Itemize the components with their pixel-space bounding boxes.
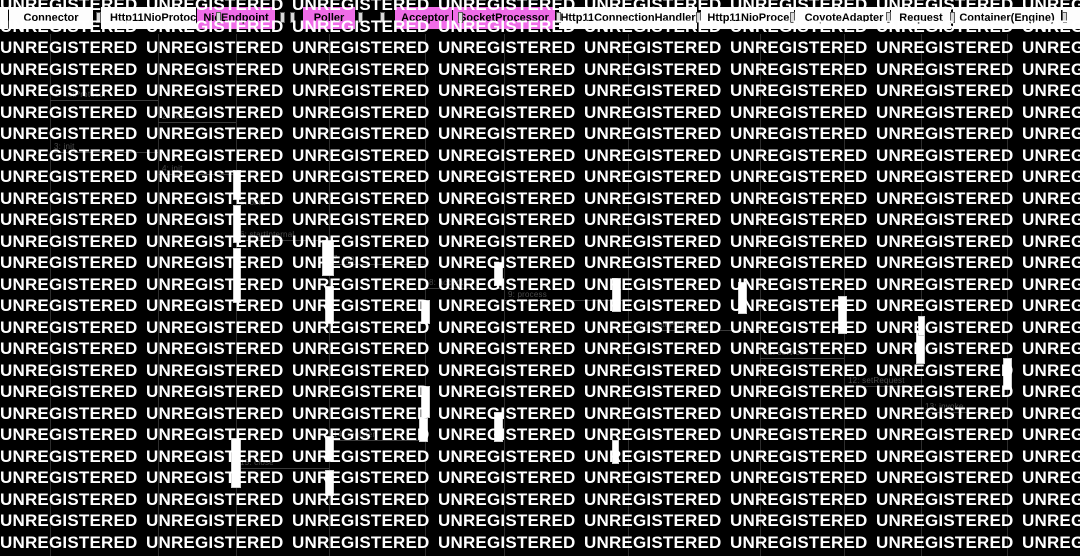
participant-resize-handle-11[interactable] (950, 12, 955, 23)
activation-bar-6[interactable] (494, 262, 503, 286)
participant-label: NioEndpoint (203, 12, 269, 24)
sequence-diagram-canvas[interactable]: 1: setProtocol 2: setPort 3: init 4: init 5:… (0, 0, 1080, 556)
participant-label: Request (899, 12, 943, 24)
activation-bar-15[interactable] (231, 438, 241, 488)
message-label-13: 14: register (333, 430, 376, 439)
lifeline-6[interactable] (628, 34, 629, 556)
participant-label: CoyoteAdapter (804, 12, 884, 24)
participant-label: Connector (23, 12, 79, 24)
message-arrow-11[interactable] (844, 386, 921, 387)
activation-bar-4[interactable] (325, 286, 334, 324)
participant-box-coyoteadapter[interactable]: CoyoteAdapter (794, 6, 894, 30)
message-label-1: 2: setPort (162, 112, 199, 121)
activation-bar-1[interactable] (233, 205, 241, 243)
participant-box-connector[interactable]: Connector (8, 6, 94, 30)
lifeline-9[interactable] (921, 34, 922, 556)
participant-box-container-engine[interactable]: Container(Engine) (952, 6, 1062, 30)
lifeline-1[interactable] (158, 34, 159, 556)
activation-bar-11[interactable] (1003, 358, 1012, 390)
message-label-7: 8: accept (429, 278, 464, 287)
participant-resize-handle-10[interactable] (886, 12, 891, 23)
activation-bar-16[interactable] (419, 418, 428, 442)
participant-resize-handle-9[interactable] (790, 12, 795, 23)
lifeline-7[interactable] (760, 34, 761, 556)
message-label-9: 10: createProcessor (632, 320, 708, 329)
message-label-6: 7: run (333, 254, 355, 263)
message-arrow-5[interactable] (236, 240, 329, 241)
activation-bar-14[interactable] (325, 436, 334, 462)
participant-label: Poller (313, 12, 345, 24)
lifeline-10[interactable] (1007, 34, 1008, 556)
message-label-5: 6: startInternal (240, 230, 295, 239)
participant-box-socketprocessor[interactable]: SocketProcessor (452, 6, 556, 30)
activation-bar-13[interactable] (494, 412, 503, 442)
message-label-12: 13: invoke (925, 402, 964, 411)
participant-box-poller[interactable]: Poller (302, 6, 356, 30)
participant-resize-handle-7[interactable] (556, 12, 561, 23)
message-label-0: 1: setProtocol (54, 90, 106, 99)
activation-bar-17[interactable] (325, 470, 334, 496)
participant-label: Http11ConnectionHandler (560, 12, 696, 24)
participant-resize-handle-4[interactable] (358, 12, 363, 23)
message-arrow-6[interactable] (329, 264, 425, 265)
participant-box-acceptor[interactable]: Acceptor (394, 6, 456, 30)
message-label-11: 12: setRequest (848, 376, 905, 385)
participant-resize-handle-1[interactable] (216, 12, 221, 23)
activation-bar-9[interactable] (838, 296, 847, 334)
message-label-10: 11: service (764, 348, 805, 357)
participant-label: Acceptor (401, 12, 449, 24)
participant-resize-handle-5[interactable] (380, 12, 385, 23)
activation-bar-7[interactable] (612, 278, 621, 312)
message-arrow-0[interactable] (50, 100, 158, 101)
message-arrow-12[interactable] (921, 412, 1007, 413)
activation-bar-19[interactable] (612, 440, 619, 464)
diagram-editor-window: 1: setProtocol 2: setPort 3: init 4: init 5:… (0, 0, 1080, 556)
message-arrow-7[interactable] (425, 288, 504, 289)
lifeline-header-bar: Connector Http11NioProtocol NioEndpoint Pol… (0, 0, 1080, 36)
message-arrow-1[interactable] (158, 122, 236, 123)
message-arrow-14[interactable] (236, 468, 329, 469)
activation-bar-12[interactable] (421, 386, 430, 418)
activation-bar-2[interactable] (322, 240, 334, 276)
activation-bar-0[interactable] (233, 170, 241, 200)
participant-resize-handle-12[interactable] (1062, 12, 1067, 23)
message-arrow-9[interactable] (628, 330, 760, 331)
message-arrow-10[interactable] (760, 358, 844, 359)
activation-bar-5[interactable] (421, 300, 430, 324)
message-arrow-2[interactable] (50, 152, 158, 153)
participant-box-http11connectionhandler[interactable]: Http11ConnectionHandler (558, 6, 698, 30)
message-arrow-13[interactable] (329, 440, 425, 441)
lifeline-0[interactable] (50, 34, 51, 556)
participant-resize-handle-3[interactable] (290, 12, 295, 23)
participant-resize-handle-8[interactable] (696, 12, 701, 23)
message-arrow-3[interactable] (158, 174, 236, 175)
message-label-14: 15: close (240, 458, 274, 467)
message-arrow-8[interactable] (504, 300, 628, 301)
message-label-8: 9: process (508, 290, 547, 299)
participant-resize-handle-2[interactable] (280, 12, 285, 23)
participant-resize-handle-0[interactable] (96, 12, 101, 23)
participant-label: Http11NioProtocol (110, 12, 206, 24)
lifeline-4[interactable] (425, 34, 426, 556)
participant-label: SocketProcessor (459, 12, 549, 24)
participant-resize-handle-6[interactable] (458, 12, 463, 23)
lifeline-5[interactable] (504, 34, 505, 556)
participant-box-request[interactable]: Request (890, 6, 952, 30)
lifeline-8[interactable] (844, 34, 845, 556)
message-label-3: 4: init (162, 164, 183, 173)
participant-label: Container(Engine) (959, 12, 1055, 24)
activation-bar-8[interactable] (738, 282, 747, 314)
activation-bar-18[interactable] (918, 316, 925, 336)
message-label-2: 3: init (54, 142, 75, 151)
participant-box-nioendpoint[interactable]: NioEndpoint (196, 6, 276, 30)
message-label-4: 5: bind (240, 198, 266, 207)
activation-bar-3[interactable] (233, 248, 241, 303)
